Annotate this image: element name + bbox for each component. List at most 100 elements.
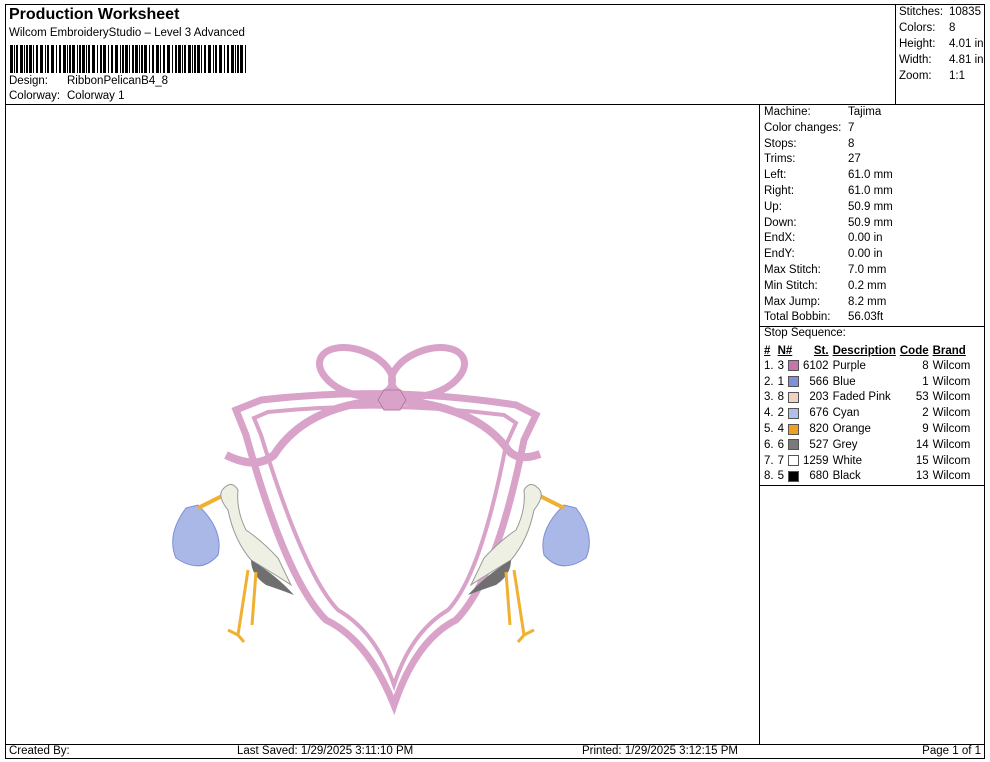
color-description: Faded Pink bbox=[832, 391, 891, 404]
color-swatch-icon bbox=[788, 391, 799, 403]
color-code: 2 bbox=[922, 407, 929, 420]
color-description: White bbox=[832, 454, 862, 467]
embroidery-design-preview bbox=[172, 344, 590, 716]
color-swatch bbox=[786, 421, 801, 437]
properties-panel: Machine: Tajima Color changes: 7 Stops: 8 T… bbox=[759, 104, 985, 745]
row-number: 3. bbox=[764, 391, 774, 404]
colorway-row: Colorway: Colorway 1 bbox=[9, 90, 125, 102]
property-value: 56.03ft bbox=[848, 311, 884, 324]
property-row: Down: 50.9 mm bbox=[764, 217, 893, 229]
property-value: 0.00 in bbox=[848, 248, 883, 261]
color-code: 53 bbox=[915, 391, 929, 404]
color-description: Grey bbox=[832, 438, 858, 451]
color-description: Purple bbox=[832, 359, 866, 372]
divider bbox=[760, 485, 984, 486]
needle-number: 8 bbox=[777, 391, 784, 404]
property-label: Left: bbox=[764, 169, 787, 182]
summary-value: 8 bbox=[949, 22, 956, 34]
stop-sequence-table: # N# St. Description Code Brand 1. 3 6102 P… bbox=[762, 343, 972, 484]
property-label: Machine: bbox=[764, 106, 811, 118]
color-brand: Wilcom bbox=[932, 359, 971, 372]
color-code: 14 bbox=[915, 438, 929, 451]
needle-number: 5 bbox=[777, 470, 784, 483]
col-header-number: # bbox=[764, 344, 771, 357]
design-value: RibbonPelicanB4_8 bbox=[67, 75, 169, 87]
property-row: Right: 61.0 mm bbox=[764, 185, 893, 197]
property-value: Tajima bbox=[848, 106, 882, 118]
stitch-count: 203 bbox=[809, 391, 829, 404]
color-brand: Wilcom bbox=[932, 438, 971, 451]
row-number: 8. bbox=[764, 470, 774, 483]
property-label: Down: bbox=[764, 216, 797, 229]
col-header-code: Code bbox=[899, 344, 929, 357]
property-row: Total Bobbin: 56.03ft bbox=[764, 311, 883, 323]
software-name: Wilcom EmbroideryStudio – Level 3 Advanc… bbox=[9, 27, 245, 39]
row-number: 4. bbox=[764, 407, 774, 420]
property-value: 7.0 mm bbox=[848, 264, 887, 276]
baby-bundle-right bbox=[542, 504, 590, 567]
property-value: 7 bbox=[848, 121, 855, 134]
summary-row: Stitches: 10835 bbox=[899, 6, 981, 18]
color-swatch bbox=[786, 437, 801, 453]
needle-number: 6 bbox=[777, 438, 784, 451]
col-header-stitches: St. bbox=[813, 344, 829, 357]
needle-number: 3 bbox=[777, 359, 784, 372]
stitch-count: 680 bbox=[809, 470, 829, 483]
color-code: 13 bbox=[915, 470, 929, 483]
color-code: 9 bbox=[922, 423, 929, 436]
stitch-count: 1259 bbox=[803, 454, 829, 467]
color-code: 15 bbox=[915, 454, 929, 467]
property-row: Min Stitch: 0.2 mm bbox=[764, 280, 886, 292]
color-swatch-icon bbox=[788, 423, 799, 435]
property-row: Color changes: 7 bbox=[764, 122, 854, 134]
property-value: 61.0 mm bbox=[848, 169, 893, 182]
col-header-description: Description bbox=[832, 344, 896, 357]
needle-number: 4 bbox=[777, 423, 784, 436]
property-value: 8 bbox=[848, 137, 855, 150]
color-swatch bbox=[786, 358, 801, 374]
stork-left bbox=[172, 484, 294, 643]
stitch-count: 820 bbox=[809, 423, 829, 436]
ribbon-frame-inner bbox=[251, 404, 519, 692]
colorway-label: Colorway: bbox=[9, 90, 61, 102]
worksheet-footer: Created By: Last Saved: 1/29/2025 3:11:1… bbox=[5, 744, 985, 759]
property-label: Right: bbox=[764, 185, 795, 197]
property-value: 27 bbox=[848, 153, 861, 166]
table-row: 3. 8 203 Faded Pink 53 Wilcom bbox=[762, 390, 972, 406]
barcode bbox=[10, 45, 246, 73]
color-swatch bbox=[786, 405, 801, 421]
property-value: 61.0 mm bbox=[848, 185, 893, 197]
color-brand: Wilcom bbox=[932, 454, 971, 467]
created-by: Created By: bbox=[9, 745, 70, 757]
stitch-count: 676 bbox=[809, 407, 829, 420]
color-swatch-icon bbox=[788, 470, 799, 482]
stork-right bbox=[468, 484, 590, 643]
summary-row: Zoom: 1:1 bbox=[899, 70, 965, 82]
property-value: 0.2 mm bbox=[848, 279, 887, 292]
design-label: Design: bbox=[9, 75, 48, 87]
summary-value: 1:1 bbox=[949, 70, 965, 82]
row-number: 1. bbox=[764, 359, 774, 372]
property-row: EndY: 0.00 in bbox=[764, 248, 883, 260]
summary-value: 10835 bbox=[949, 6, 981, 18]
property-label: Color changes: bbox=[764, 121, 842, 134]
property-label: Max Jump: bbox=[764, 295, 821, 308]
property-value: 50.9 mm bbox=[848, 200, 893, 213]
color-swatch-icon bbox=[788, 376, 799, 388]
color-description: Blue bbox=[832, 375, 856, 388]
stitch-count: 6102 bbox=[803, 359, 829, 372]
table-row: 5. 4 820 Orange 9 Wilcom bbox=[762, 421, 972, 437]
col-header-brand: Brand bbox=[932, 344, 966, 357]
property-label: Stops: bbox=[764, 137, 797, 150]
property-label: Max Stitch: bbox=[764, 264, 821, 276]
color-swatch bbox=[786, 390, 801, 406]
last-saved: Last Saved: 1/29/2025 3:11:10 PM bbox=[237, 745, 414, 757]
color-swatch bbox=[786, 469, 801, 485]
row-number: 7. bbox=[764, 454, 774, 467]
property-row: Max Jump: 8.2 mm bbox=[764, 296, 886, 308]
design-row: Design: RibbonPelicanB4_8 bbox=[9, 75, 168, 87]
color-brand: Wilcom bbox=[932, 407, 971, 420]
stop-sequence-title: Stop Sequence: bbox=[764, 327, 846, 339]
worksheet-header: Production Worksheet Wilcom EmbroiderySt… bbox=[5, 4, 896, 105]
property-row: Machine: Tajima bbox=[764, 106, 881, 118]
